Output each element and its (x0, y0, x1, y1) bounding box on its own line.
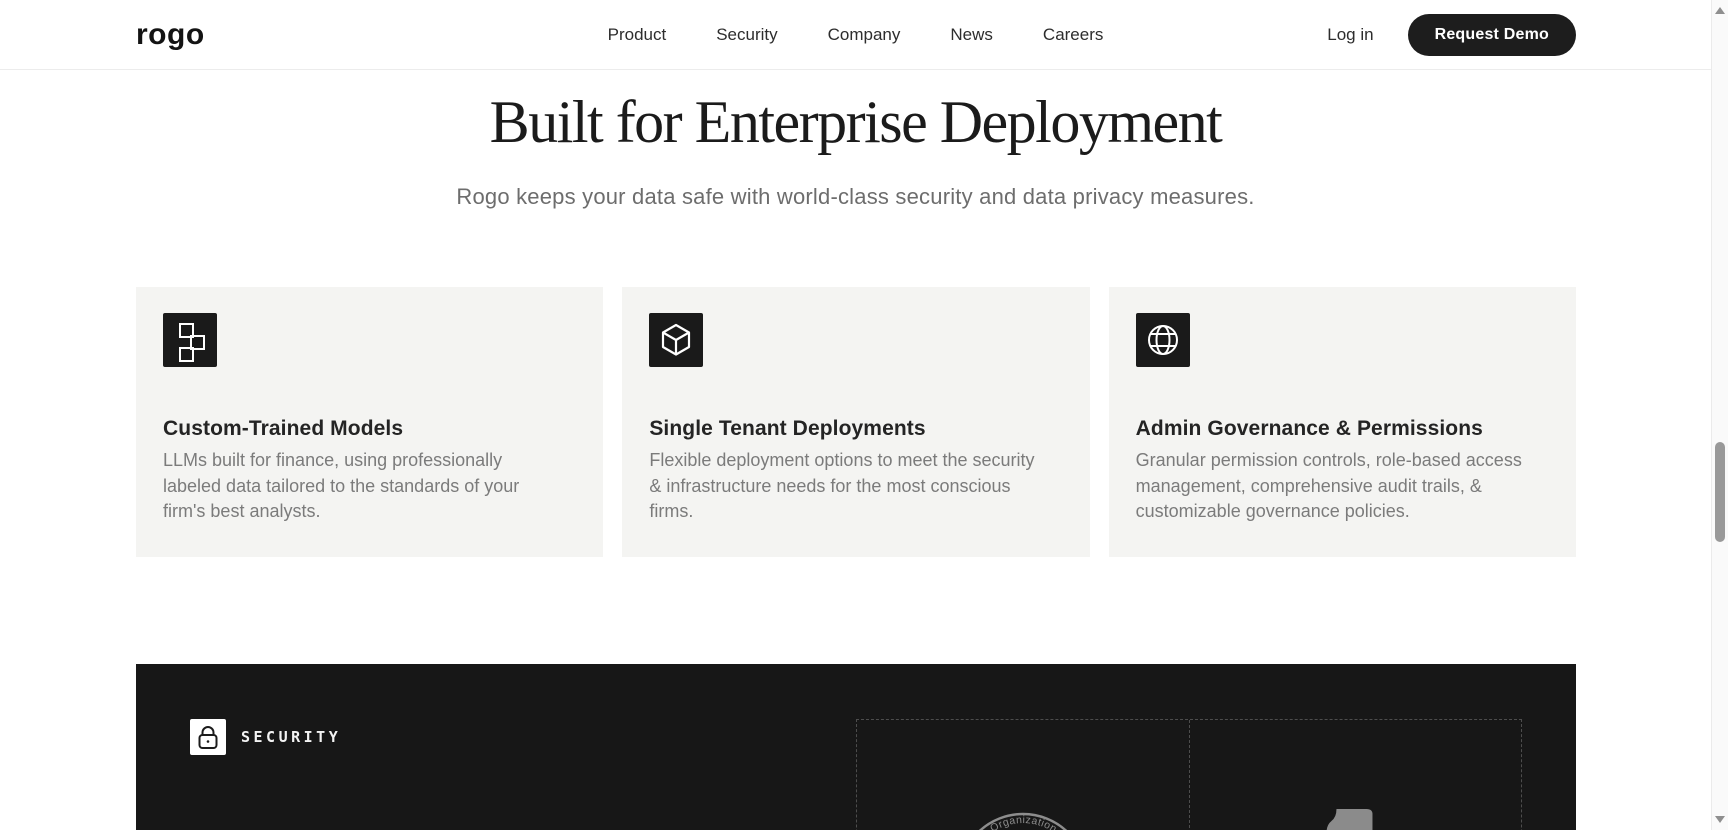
page: rogo Product Security Company News Caree… (0, 0, 1728, 830)
card-title: Custom-Trained Models (163, 417, 404, 440)
nav-item-company[interactable]: Company (828, 25, 901, 45)
nav-item-product[interactable]: Product (608, 25, 667, 45)
scroll-down-arrow-icon[interactable] (1715, 816, 1725, 823)
globe-icon (1135, 313, 1190, 367)
main-nav: Product Security Company News Careers (608, 25, 1104, 45)
page-title: Built for Enterprise Deployment (489, 89, 1223, 155)
card-admin-governance-permissions: Admin Governance & Permissions Granular … (1108, 287, 1576, 557)
request-demo-button[interactable]: Request Demo (1407, 13, 1576, 56)
soc-seal-text: Service Organization Control (960, 814, 1084, 830)
cert-logo-badge (1326, 809, 1373, 830)
security-section: SECURITY Service Organization Control (136, 664, 1576, 830)
security-section-header: SECURITY (190, 719, 341, 755)
card-body: Granular permission controls, role-based… (1135, 450, 1522, 522)
scrollbar[interactable] (1711, 0, 1728, 830)
nav-item-careers[interactable]: Careers (1043, 25, 1103, 45)
login-link[interactable]: Log in (1327, 25, 1373, 45)
top-nav-bar: rogo Product Security Company News Caree… (0, 0, 1711, 70)
card-title: Admin Governance & Permissions (1135, 417, 1483, 440)
header-actions: Log in Request Demo (1327, 13, 1576, 56)
card-body: LLMs built for finance, using profession… (163, 450, 520, 522)
certification-badges-box: Service Organization Control (856, 719, 1522, 830)
soc-seal-badge: Service Organization Control (960, 812, 1085, 830)
soc-badge-cell: Service Organization Control (857, 720, 1189, 830)
security-section-label: SECURITY (241, 728, 342, 746)
card-custom-trained-models: Custom-Trained Models LLMs built for fin… (136, 287, 604, 557)
nav-item-news[interactable]: News (950, 25, 993, 45)
nav-item-security[interactable]: Security (716, 25, 777, 45)
model-nodes-icon (163, 313, 217, 367)
card-body: Flexible deployment options to meet the … (649, 450, 1035, 522)
svg-text:Service Organization Control: Service Organization Control (960, 814, 1085, 830)
page-subtitle: Rogo keeps your data safe with world-cla… (456, 184, 1255, 209)
card-title: Single Tenant Deployments (649, 417, 926, 440)
cert-logo-cell (1188, 720, 1522, 830)
logo[interactable]: rogo (136, 18, 205, 52)
scroll-up-arrow-icon[interactable] (1715, 7, 1725, 14)
card-single-tenant-deployments: Single Tenant Deployments Flexible deplo… (622, 287, 1090, 557)
cube-icon (649, 313, 704, 367)
scrollbar-thumb[interactable] (1715, 442, 1725, 542)
lock-icon (190, 719, 226, 755)
feature-cards: Custom-Trained Models LLMs built for fin… (136, 287, 1576, 557)
